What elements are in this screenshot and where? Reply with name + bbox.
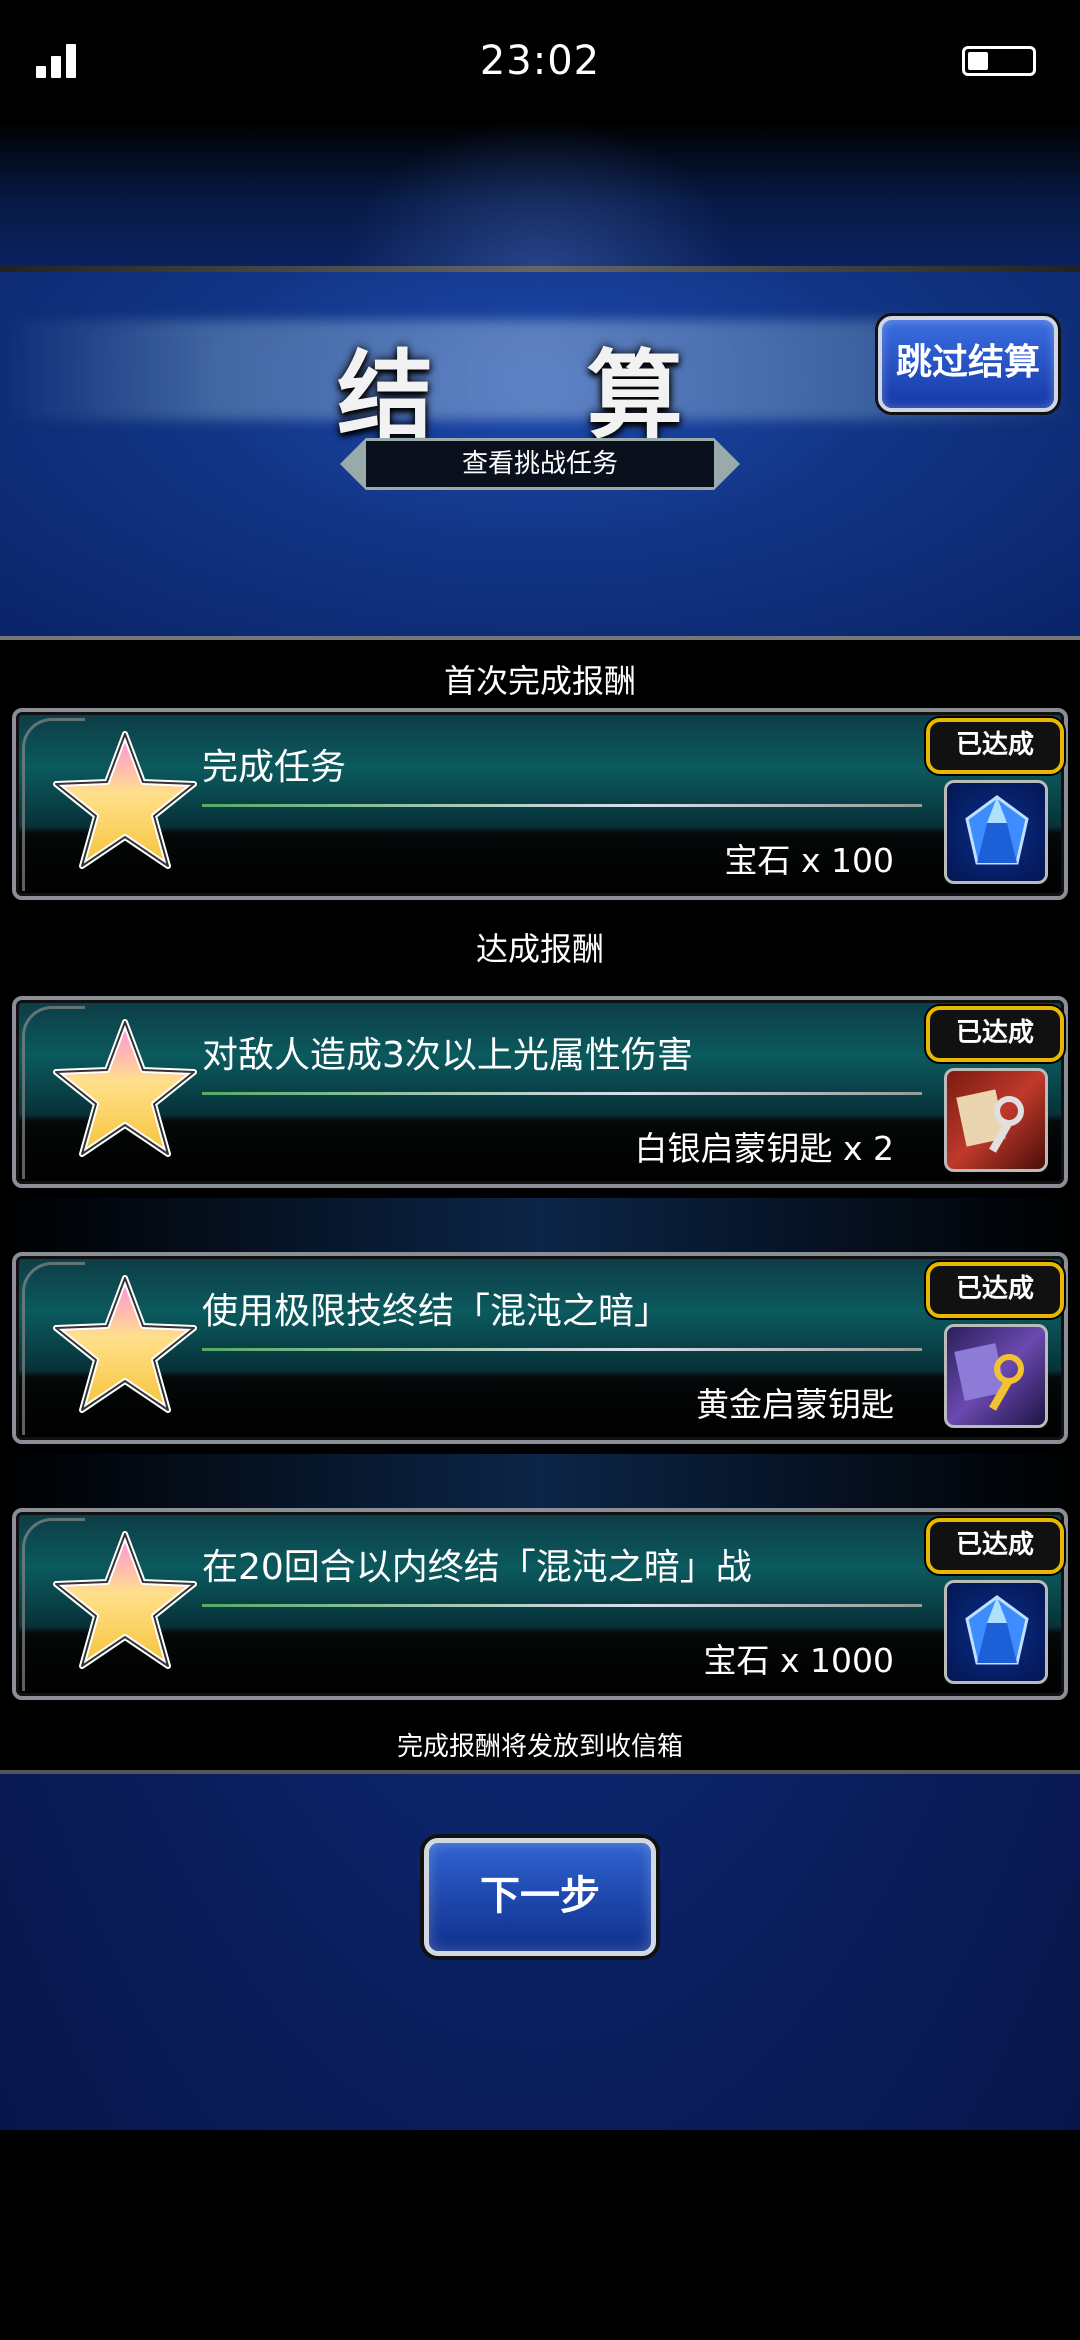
card-divider xyxy=(202,804,922,807)
reward-label: 白银启蒙钥匙 x 2 xyxy=(634,1129,894,1168)
task-label: 对敌人造成3次以上光属性伤害 xyxy=(202,1035,693,1076)
reward-label: 宝石 x 1000 xyxy=(703,1641,895,1680)
gem-icon[interactable] xyxy=(944,780,1048,884)
reward-card: 在20回合以内终结「混沌之暗」战 宝石 x 1000 已达成 xyxy=(12,1508,1068,1700)
spacer-band xyxy=(0,1454,1080,1516)
panel-bottom-border xyxy=(0,1770,1080,1774)
panel-top-border xyxy=(0,636,1080,640)
gem-icon[interactable] xyxy=(944,1580,1048,1684)
task-label: 完成任务 xyxy=(202,747,347,788)
star-icon xyxy=(50,1526,200,1676)
card-divider xyxy=(202,1348,922,1351)
section-achievement: 达成报酬 xyxy=(475,930,604,968)
skip-results-button[interactable]: 跳过结算 xyxy=(878,316,1058,412)
reward-card: 完成任务 宝石 x 100 已达成 xyxy=(12,708,1068,900)
star-icon xyxy=(50,1270,200,1420)
view-challenge-tasks-button[interactable]: 查看挑战任务 xyxy=(340,438,740,490)
reward-label: 黄金启蒙钥匙 xyxy=(696,1385,894,1424)
bottom-area xyxy=(0,2130,1080,2340)
gold-key-icon[interactable] xyxy=(944,1324,1048,1428)
silver-key-icon[interactable] xyxy=(944,1068,1048,1172)
card-divider xyxy=(202,1604,922,1607)
star-icon xyxy=(50,726,200,876)
battery-icon xyxy=(962,46,1036,76)
star-icon xyxy=(50,1014,200,1164)
reward-card: 使用极限技终结「混沌之暗」 黄金启蒙钥匙 已达成 xyxy=(12,1252,1068,1444)
task-label: 在20回合以内终结「混沌之暗」战 xyxy=(202,1547,752,1588)
spacer-band xyxy=(0,1198,1080,1260)
achieved-badge: 已达成 xyxy=(926,718,1064,774)
achieved-badge: 已达成 xyxy=(926,1262,1064,1318)
footer-note: 完成报酬将发放到收信箱 xyxy=(396,1732,683,1762)
achieved-badge: 已达成 xyxy=(926,1518,1064,1574)
reward-label: 宝石 x 100 xyxy=(724,841,895,880)
achieved-badge: 已达成 xyxy=(926,1006,1064,1062)
card-divider xyxy=(202,1092,922,1095)
reward-card: 对敌人造成3次以上光属性伤害 白银启蒙钥匙 x 2 已达成 xyxy=(12,996,1068,1188)
next-button[interactable]: 下一步 xyxy=(424,1838,656,1956)
top-backdrop xyxy=(0,120,1080,270)
task-label: 使用极限技终结「混沌之暗」 xyxy=(202,1291,671,1332)
status-time: 23:02 xyxy=(479,38,601,84)
section-first-clear: 首次完成报酬 xyxy=(443,662,636,700)
